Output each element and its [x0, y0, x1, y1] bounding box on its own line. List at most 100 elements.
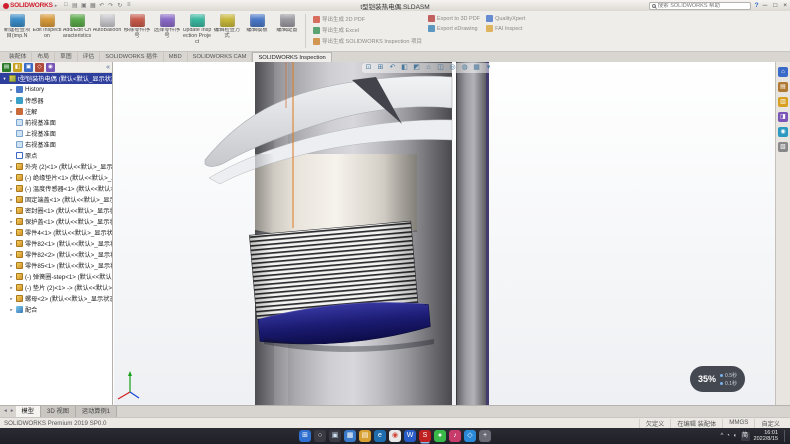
display-style-icon[interactable]: ◫ [436, 63, 445, 73]
zoom-fit-icon[interactable]: ⊡ [364, 63, 373, 73]
task-view-button[interactable]: ▣ [329, 430, 341, 442]
tree-item[interactable]: ▸ (-) 弹簧圈-step<1> (默认<<默认>_ [0, 271, 112, 282]
search-button[interactable]: ○ [314, 430, 326, 442]
section-view-icon[interactable]: ◧ [400, 63, 409, 73]
design-library-icon[interactable]: ▤ [778, 82, 788, 92]
tree-item[interactable]: ▸ 固定端盖<1> (默认<<默认>_显示状 [0, 194, 112, 205]
collapse-panel-icon[interactable]: « [106, 63, 110, 72]
configuration-tab-icon[interactable]: ▣ [24, 63, 33, 72]
vscode-button[interactable]: ◇ [464, 430, 476, 442]
solidworks-resources-icon[interactable]: ⌂ [778, 67, 788, 77]
ribbon-button[interactable]: Update Inspection Project [182, 11, 212, 51]
settings-button[interactable]: + [479, 430, 491, 442]
export-command[interactable]: Export eDrawing [428, 25, 480, 32]
command-tab[interactable]: 草图 [55, 52, 78, 62]
tree-item[interactable]: 上视基准面 [0, 128, 112, 139]
tree-item[interactable]: 原点 [0, 150, 112, 161]
wechat-button[interactable]: ● [434, 430, 446, 442]
ribbon-button[interactable]: Edit Inspection [32, 11, 62, 51]
apply-scene-icon[interactable]: ▦ [472, 63, 481, 73]
widgets-button[interactable]: ▦ [344, 430, 356, 442]
command-tab[interactable]: 评估 [78, 52, 101, 62]
tree-expand-icon[interactable]: ▸ [9, 241, 14, 247]
tree-expand-icon[interactable]: ▸ [9, 98, 14, 104]
tree-expand-icon[interactable]: ▸ [9, 285, 14, 291]
graphics-viewport[interactable]: ⊡⊞↶◧◩⌂◫◎◍▦▾ 35% 0.5秒 0.1秒 [114, 62, 775, 405]
tree-item[interactable]: 右视基准面 [0, 139, 112, 150]
hide-show-items-icon[interactable]: ◎ [448, 63, 457, 73]
tree-item[interactable]: ▸ 零件4<1> (默认<<默认>_显示状态 [0, 227, 112, 238]
volume-icon[interactable]: ◖ [733, 430, 737, 442]
network-icon[interactable]: ◔ [726, 430, 730, 442]
assembly-3d-model[interactable] [114, 62, 775, 405]
help-search-box[interactable] [649, 2, 751, 10]
tree-item[interactable]: ▸ 外壳 (2)<1> (默认<<默认>_显示状态 [0, 161, 112, 172]
clock[interactable]: 16:01 2022/8/15 [754, 430, 778, 443]
word-button[interactable]: W [404, 430, 416, 442]
tree-expand-icon[interactable]: ▸ [9, 307, 14, 313]
tree-expand-icon[interactable]: ▸ [9, 175, 14, 181]
export-command[interactable]: 导出生成 2D PDF [313, 15, 422, 23]
tree-item[interactable]: ▸ 注解 [0, 106, 112, 117]
tree-expand-icon[interactable]: ▸ [9, 164, 14, 170]
open-file-icon[interactable]: ▤ [71, 2, 78, 9]
edge-button[interactable]: e [374, 430, 386, 442]
rebuild-icon[interactable]: ↻ [116, 2, 123, 9]
music-button[interactable]: ♪ [449, 430, 461, 442]
save-icon[interactable]: ▣ [80, 2, 87, 9]
tree-item[interactable]: ▸ (-) 绝缘垫片<1> (默认<<默认>_显示状 [0, 172, 112, 183]
ribbon-button[interactable]: 新建检查项目(imp.N [2, 11, 32, 51]
status-item[interactable]: 欠定义 [639, 419, 671, 428]
propertymanager-tab-icon[interactable]: ◧ [13, 63, 22, 72]
status-item[interactable]: 在编辑 装配体 [670, 419, 722, 428]
tree-item[interactable]: ▾ t型铠装热电偶 (默认<默认_显示状态-1 [0, 73, 112, 84]
command-tab[interactable]: SOLIDWORKS 插件 [100, 52, 164, 62]
view-settings-icon[interactable]: ▾ [484, 63, 493, 73]
tree-expand-icon[interactable]: ▸ [9, 109, 14, 115]
custom-properties-icon[interactable]: ▧ [778, 142, 788, 152]
tree-expand-icon[interactable]: ▸ [9, 252, 14, 258]
command-tab[interactable]: 布局 [32, 52, 55, 62]
tree-item[interactable]: ▸ (-) 垫片 (2)<1> -> (默认<<默认>_显 [0, 282, 112, 293]
export-command[interactable]: 导出生成 SOLIDWORKS Inspection 项目 [313, 37, 422, 45]
ribbon-button[interactable]: 选择零件序号 [152, 11, 182, 51]
export-command[interactable]: QualityXpert [486, 15, 525, 22]
tree-item[interactable]: ▸ 密封圈<1> (默认<<默认>_显示状态 [0, 205, 112, 216]
chrome-button[interactable]: ◉ [389, 430, 401, 442]
tree-expand-icon[interactable]: ▸ [9, 186, 14, 192]
document-tab[interactable]: 3D 视图 [41, 406, 76, 417]
file-explorer-button[interactable]: ▤ [359, 430, 371, 442]
export-command[interactable]: 导出生成 Excel [313, 26, 422, 34]
maximize-button[interactable]: □ [773, 2, 777, 9]
tree-item[interactable]: ▸ 保护盖<1> (默认<<默认>_显示状 [0, 216, 112, 227]
tab-scroll-left-icon[interactable]: ◂ [2, 406, 9, 417]
redo-icon[interactable]: ↷ [107, 2, 114, 9]
minimize-button[interactable]: ─ [763, 2, 768, 9]
tree-expand-icon[interactable]: ▸ [9, 208, 14, 214]
chevron-up-icon[interactable]: ^ [720, 430, 723, 442]
ribbon-button[interactable]: 编辑配置 [272, 11, 302, 51]
status-item[interactable]: 自定义 [754, 419, 786, 428]
tree-item[interactable]: ▸ 配合 [0, 304, 112, 315]
solidworks-button[interactable]: S [419, 430, 431, 442]
tree-item[interactable]: ▸ History [0, 84, 112, 95]
tree-expand-icon[interactable]: ▸ [9, 230, 14, 236]
file-explorer-icon[interactable]: ▥ [778, 97, 788, 107]
annotation-visibility-icon[interactable]: ◩ [412, 63, 421, 73]
undo-icon[interactable]: ↶ [98, 2, 105, 9]
tree-expand-icon[interactable]: ▸ [9, 219, 14, 225]
tree-item[interactable]: ▸ 螺母<2> (默认<<默认>_显示状态 [0, 293, 112, 304]
solidworks-logo[interactable]: SOLIDWORKS ▸ [3, 2, 57, 9]
menu-expand-arrow-icon[interactable]: ▸ [55, 3, 58, 9]
new-file-icon[interactable]: □ [62, 2, 69, 9]
dimxpert-tab-icon[interactable]: ◇ [35, 63, 44, 72]
ime-indicator[interactable]: 简 [741, 432, 750, 441]
view-orientation-icon[interactable]: ⌂ [424, 63, 433, 73]
export-command[interactable]: FAI Inspect [486, 25, 525, 32]
ribbon-button[interactable]: 编辑模板 [242, 11, 272, 51]
displaymanager-tab-icon[interactable]: ◉ [46, 63, 55, 72]
command-tab[interactable]: SOLIDWORKS CAM [188, 52, 253, 62]
view-palette-icon[interactable]: ◨ [778, 112, 788, 122]
zoom-area-icon[interactable]: ⊞ [376, 63, 385, 73]
tree-item[interactable]: ▸ 零件82<1> (默认<<默认>_显示状 [0, 238, 112, 249]
